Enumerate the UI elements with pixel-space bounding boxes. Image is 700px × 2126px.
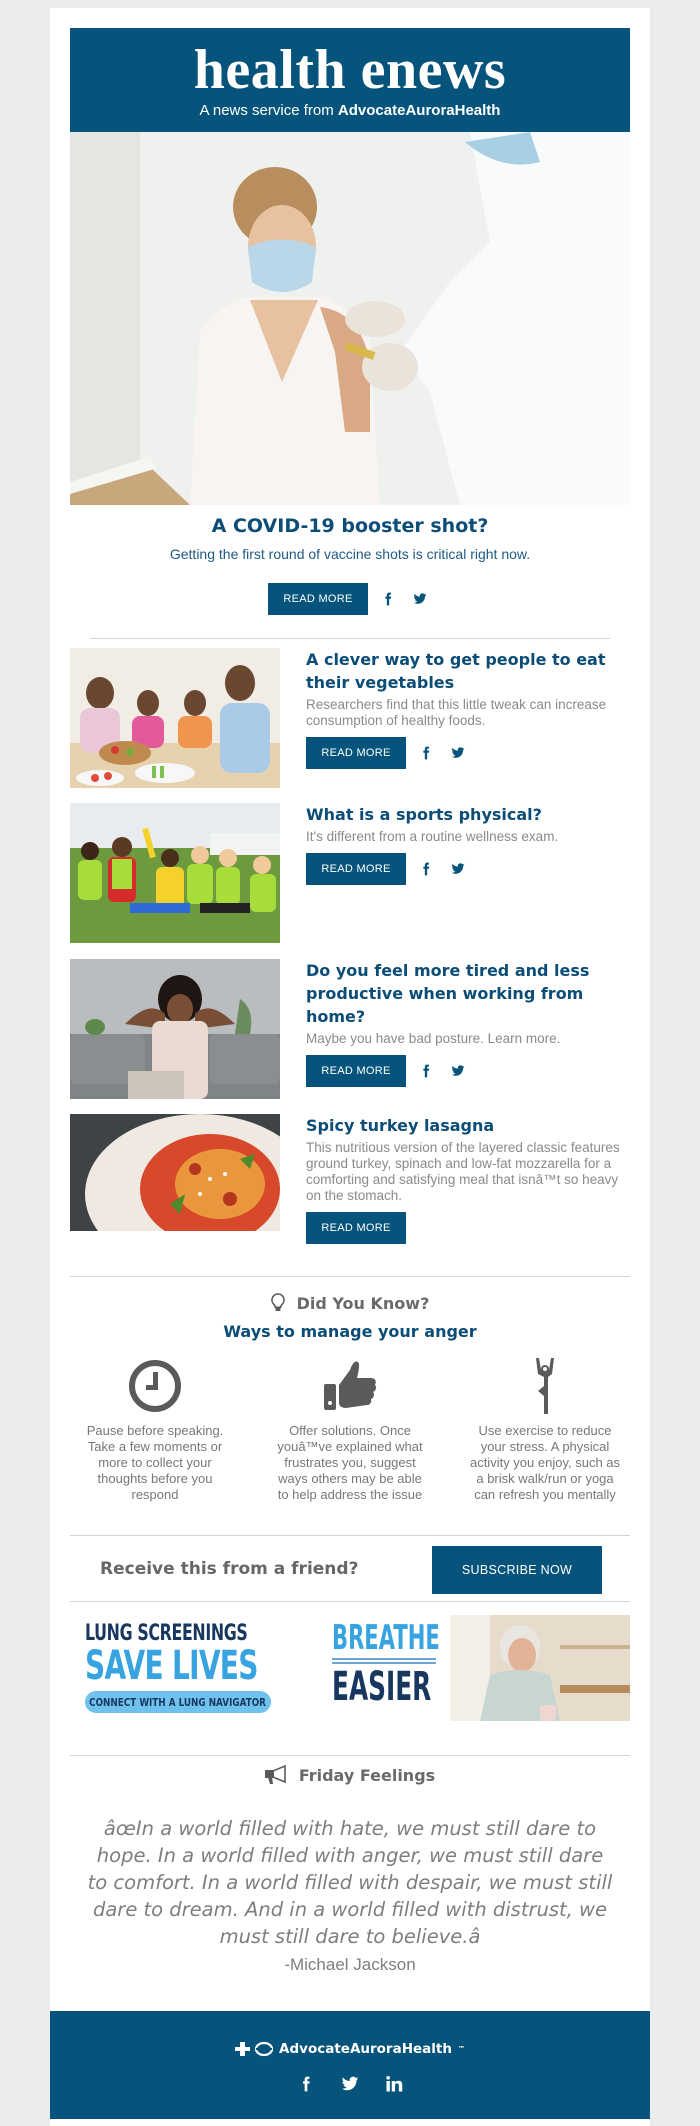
read-more-button[interactable]: READ MORE [306,1055,406,1087]
tips-row: Pause before speaking. Take a few moment… [70,1353,630,1503]
article-description: This nutritious version of the layered c… [306,1140,620,1203]
breathe-easier-text: BREATHE EASIER [332,1621,442,1707]
lung-screening-text: LUNG SCREENINGS SAVE LIVES CONNECT WITH … [85,1623,285,1713]
footer: AdvocateAuroraHealth ™ [50,2011,650,2119]
yoga-pose-icon [536,1357,554,1414]
subscribe-row: Receive this from a friend? SUBSCRIBE NO… [70,1546,630,1594]
linkedin-icon[interactable] [383,2073,405,2095]
kids-sports-photo [70,803,280,943]
thumbs-up-icon [324,1360,377,1410]
quote-author: -Michael Jackson [284,1955,416,1974]
article-body: Spicy turkey lasagna This nutritious ver… [306,1114,630,1244]
article-image[interactable] [70,959,280,1099]
breathe-word: BREATHE [332,1618,440,1658]
article-body: A clever way to get people to eat their … [306,648,630,769]
section-divider [70,1601,630,1602]
subtitle-brand: AdvocateAuroraHealth [337,102,501,119]
pill-text: CONNECT WITH A LUNG NAVIGATOR [89,1695,267,1709]
article-image[interactable] [70,648,280,788]
newsletter-card: health enews A news service from Advocat… [50,8,650,2126]
clock-icon [129,1359,181,1412]
section-divider [70,1755,630,1756]
vaccine-photo-illustration [70,132,630,505]
trademark: ™ [457,2045,465,2053]
friday-feelings-heading: Friday Feelings [70,1765,630,1785]
did-you-know-heading: Did You Know? [70,1293,630,1313]
facebook-share-icon[interactable] [414,741,438,765]
twitter-share-icon[interactable] [446,1059,470,1083]
read-more-button[interactable]: READ MORE [306,737,406,769]
subscribe-prompt: Receive this from a friend? [100,1559,359,1579]
megaphone-icon [264,1765,286,1784]
article-body: What is a sports physical? It's differen… [306,803,630,885]
lasagna-photo [70,1114,280,1231]
friday-feelings-title: Friday Feelings [298,1765,436,1785]
subtitle-prefix: A news service from [199,102,338,119]
article-title[interactable]: Spicy turkey lasagna [306,1114,630,1137]
article-body: Do you feel more tired and less producti… [306,959,630,1087]
section-divider [70,1535,630,1536]
article-title[interactable]: What is a sports physical? [306,803,630,826]
article-title[interactable]: Do you feel more tired and less producti… [306,959,630,1028]
read-more-button[interactable]: READ MORE [306,853,406,885]
article-card: What is a sports physical? It's differen… [70,803,630,943]
did-you-know-subheading: Ways to manage your anger [223,1322,477,1341]
article-image[interactable] [70,1114,280,1231]
facebook-icon[interactable] [295,2073,317,2095]
did-you-know-title: Did You Know? [296,1293,430,1313]
article-description: Researchers find that this little tweak … [306,697,607,728]
article-card: A clever way to get people to eat their … [70,648,630,788]
article-actions: READ MORE [306,737,630,769]
older-woman-photo [450,1615,630,1721]
tip-text: Pause before speaking. Take a few moment… [86,1423,224,1502]
brand-logo-icon [235,2041,274,2057]
banner-line-1: LUNG SCREENINGS [85,1621,248,1646]
newsletter-title: health enews [193,39,507,101]
hero-title[interactable]: A COVID-19 booster shot? [70,515,630,537]
tip-text: Use exercise to reduce your stress. A ph… [469,1423,621,1502]
article-actions: READ MORE [306,1212,630,1244]
article-card: Spicy turkey lasagna This nutritious ver… [70,1114,630,1254]
read-more-button[interactable]: READ MORE [306,1212,406,1244]
article-description: It's different from a routine wellness e… [306,829,559,844]
facebook-share-icon[interactable] [414,1059,438,1083]
twitter-share-icon[interactable] [446,857,470,881]
hero-description: Getting the first round of vaccine shots… [169,546,531,562]
subscribe-now-button[interactable]: SUBSCRIBE NOW [432,1546,602,1594]
newsletter-header[interactable]: health enews A news service from Advocat… [70,28,630,132]
twitter-icon[interactable] [339,2073,361,2095]
footer-brand: AdvocateAuroraHealth [279,2041,452,2057]
family-meal-photo [70,648,280,788]
footer-social-links [50,2073,650,2095]
woman-laptop-photo [70,959,280,1099]
article-card: Do you feel more tired and less producti… [70,959,630,1099]
twitter-share-icon[interactable] [408,587,432,611]
banner-photo [450,1615,630,1721]
easier-word: EASIER [332,1664,432,1710]
lightbulb-icon [270,1293,285,1311]
hero-read-more-button[interactable]: READ MORE [268,583,368,615]
newsletter-subtitle: A news service from AdvocateAuroraHealth [70,102,630,119]
article-title[interactable]: A clever way to get people to eat their … [306,648,630,694]
banner-line-2: SAVE LIVES [85,1643,258,1689]
tip-item: Use exercise to reduce your stress. A ph… [460,1353,630,1503]
tip-text: Offer solutions. Once youâ™ve explained … [277,1423,423,1502]
article-actions: READ MORE [306,1055,630,1087]
facebook-share-icon[interactable] [376,587,400,611]
footer-logo[interactable]: AdvocateAuroraHealth ™ [50,2041,650,2057]
section-divider [70,1276,630,1277]
article-image[interactable] [70,803,280,943]
hero-actions: READ MORE [70,583,630,615]
lung-navigator-pill[interactable]: CONNECT WITH A LUNG NAVIGATOR [85,1691,271,1713]
article-actions: READ MORE [306,853,630,885]
article-description: Maybe you have bad posture. Learn more. [306,1031,561,1046]
tip-item: Offer solutions. Once youâ™ve explained … [265,1353,435,1503]
section-divider [90,638,610,639]
lung-screening-banner[interactable]: LUNG SCREENINGS SAVE LIVES CONNECT WITH … [70,1615,630,1721]
hero-image[interactable] [70,132,630,505]
twitter-share-icon[interactable] [446,741,470,765]
quote-text: âœIn a world filled with hate, we must s… [87,1817,613,1948]
facebook-share-icon[interactable] [414,857,438,881]
tip-item: Pause before speaking. Take a few moment… [70,1353,240,1503]
